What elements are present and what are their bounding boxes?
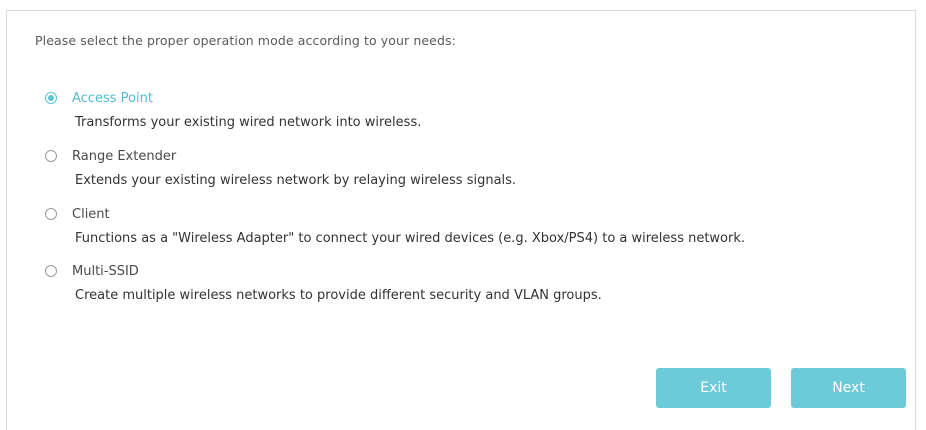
exit-button[interactable]: Exit	[656, 368, 771, 408]
mode-option-access-point[interactable]: Access Point Transforms your existing wi…	[45, 88, 421, 130]
range-extender-label[interactable]: Range Extender	[72, 149, 176, 164]
range-extender-radio[interactable]	[45, 150, 57, 162]
client-label[interactable]: Client	[72, 207, 110, 222]
access-point-radio[interactable]	[45, 92, 57, 104]
mode-option-multi-ssid[interactable]: Multi-SSID Create multiple wireless netw…	[45, 261, 602, 303]
multi-ssid-radio[interactable]	[45, 265, 57, 277]
client-description: Functions as a "Wireless Adapter" to con…	[75, 231, 746, 246]
client-radio[interactable]	[45, 208, 57, 220]
mode-prompt: Please select the proper operation mode …	[35, 33, 456, 48]
multi-ssid-label[interactable]: Multi-SSID	[72, 264, 139, 279]
access-point-description: Transforms your existing wired network i…	[75, 115, 422, 130]
multi-ssid-description: Create multiple wireless networks to pro…	[75, 288, 602, 303]
next-button[interactable]: Next	[791, 368, 906, 408]
range-extender-description: Extends your existing wireless network b…	[75, 173, 517, 188]
access-point-label[interactable]: Access Point	[72, 91, 153, 106]
mode-option-range-extender[interactable]: Range Extender Extends your existing wir…	[45, 146, 516, 188]
operation-mode-panel: Please select the proper operation mode …	[6, 10, 916, 430]
mode-option-client[interactable]: Client Functions as a "Wireless Adapter"…	[45, 204, 745, 246]
